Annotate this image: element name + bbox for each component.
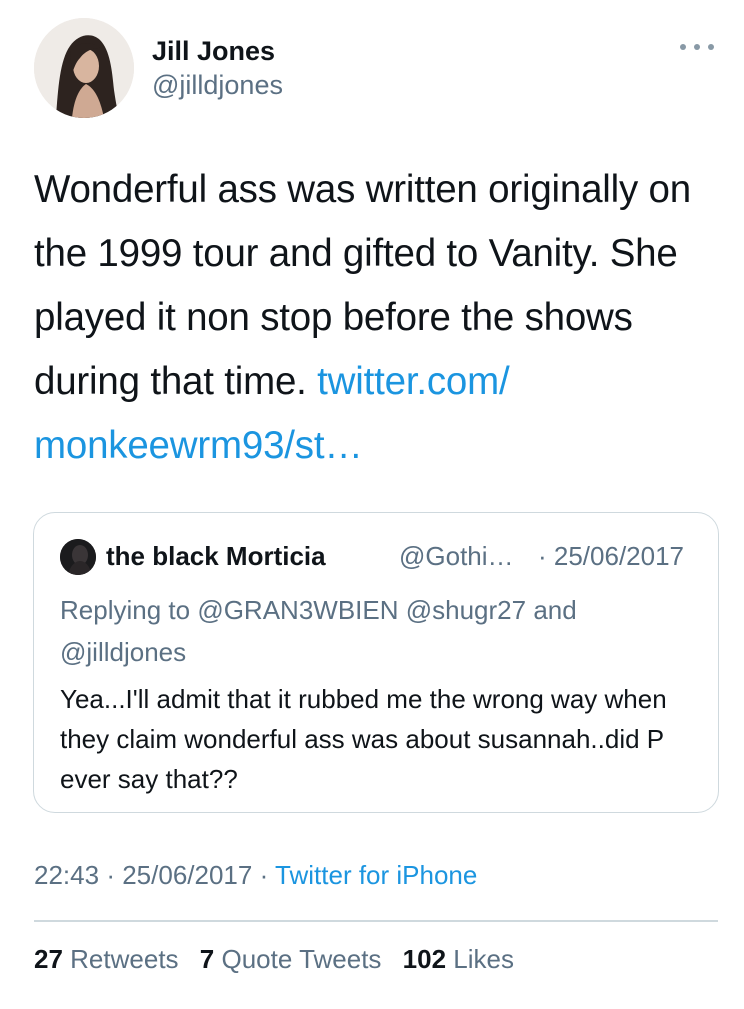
meta-separator: · — [106, 860, 115, 890]
tweet-date[interactable]: 25/06/2017 — [122, 860, 252, 890]
replying-prefix: Replying to — [60, 595, 191, 625]
replying-last-mention: @jilldjones — [60, 637, 187, 667]
more-dot — [694, 44, 700, 50]
tweet-source[interactable]: Twitter for iPhone — [275, 860, 477, 890]
tweet-time[interactable]: 22:43 — [34, 860, 99, 890]
tweet-header: Jill Jones @jilldjones — [34, 18, 714, 118]
author-avatar[interactable] — [34, 18, 134, 118]
quoted-tweet-header: the black Morticia @Gothi… · 25/06/2017 — [60, 537, 698, 577]
more-dot — [708, 44, 714, 50]
author-name[interactable]: Jill Jones — [152, 34, 283, 68]
retweets-label: Retweets — [70, 944, 179, 974]
likes-count: 102 — [402, 944, 447, 974]
meta-separator: · — [259, 860, 269, 890]
quote-tweets-stat[interactable]: 7 Quote Tweets — [200, 944, 389, 974]
quoted-tweet-text: Yea...I'll admit that it rubbed me the w… — [60, 684, 667, 794]
replying-to: Replying to @GRAN3WBIEN @shugr27 and @ji… — [60, 589, 700, 673]
replying-mentions: @GRAN3WBIEN @shugr27 — [197, 595, 527, 625]
tweet-stats: 27 Retweets 7 Quote Tweets 102 Likes — [34, 944, 528, 975]
quote-tweets-count: 7 — [199, 944, 215, 974]
quote-tweets-label: Quote Tweets — [221, 944, 382, 974]
quoted-tweet-date: · 25/06/2017 — [538, 541, 685, 571]
retweets-stat[interactable]: 27 Retweets — [34, 944, 186, 974]
divider — [34, 920, 718, 922]
replying-and: and — [533, 595, 577, 625]
quoted-author-handle: @Gothi… — [399, 541, 514, 571]
retweets-count: 27 — [34, 944, 63, 974]
quoted-tweet[interactable]: the black Morticia @Gothi… · 25/06/2017 … — [33, 512, 719, 813]
more-dot — [680, 44, 686, 50]
tweet-meta: 22:43 · 25/06/2017 · Twitter for iPhone — [34, 860, 477, 891]
quoted-author-avatar — [60, 539, 96, 575]
more-options-icon[interactable] — [680, 40, 714, 54]
likes-stat[interactable]: 102 Likes — [403, 944, 514, 974]
likes-label: Likes — [453, 944, 514, 974]
author-handle[interactable]: @jilldjones — [152, 68, 283, 102]
quoted-author-name: the black Morticia — [106, 541, 326, 571]
tweet-text: Wonderful ass was written originally on … — [34, 158, 724, 478]
author-info[interactable]: Jill Jones @jilldjones — [152, 34, 283, 102]
